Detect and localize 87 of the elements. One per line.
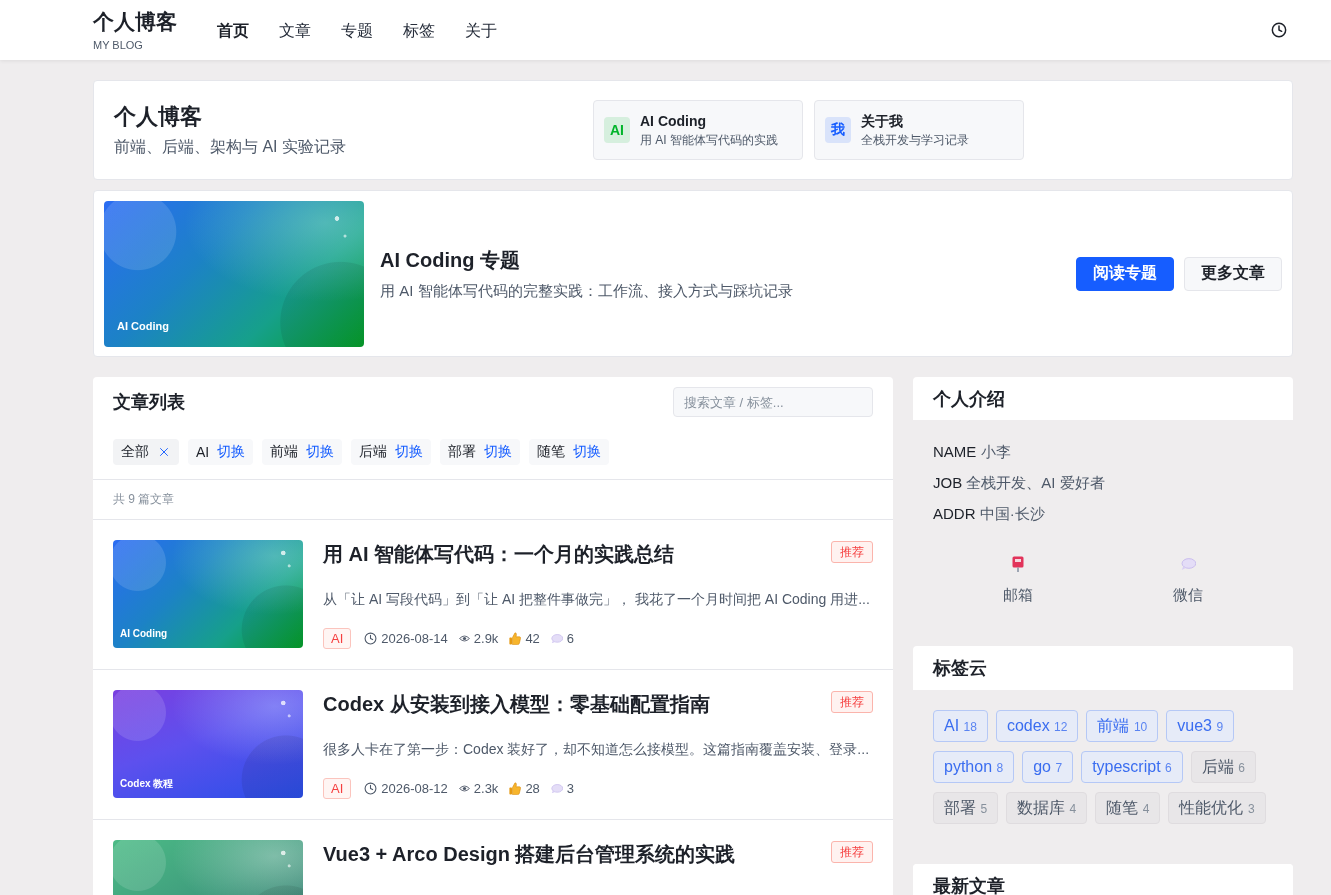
filter-label: 部署	[448, 443, 477, 461]
profile-field: ADDR 中国·长沙	[933, 498, 1045, 529]
filter-label: 随笔	[537, 443, 566, 461]
logo-subtitle: MY BLOG	[93, 37, 144, 52]
tag-chip[interactable]: vue3 9	[1166, 710, 1235, 742]
speech-bubble-icon	[550, 633, 563, 644]
link-description: 用 AI 智能体写代码的实践	[640, 132, 778, 149]
tag-chip[interactable]: 数据库 4	[1006, 792, 1088, 824]
tag-chip[interactable]: 随笔 4	[1095, 792, 1161, 824]
nav-item[interactable]: 标签	[403, 19, 435, 43]
publish-date: 2026-08-14	[381, 629, 448, 648]
eye-icon	[458, 785, 470, 792]
quick-link-card[interactable]: AI AI Coding 用 AI 智能体写代码的实践	[593, 100, 803, 160]
view-count: 2.9k	[473, 629, 499, 648]
filter-label: 前端	[270, 443, 299, 461]
tag-chip[interactable]: typescript 6	[1081, 751, 1183, 783]
publish-date: 2026-08-12	[381, 779, 448, 798]
cover-label: Codex 教程	[120, 777, 174, 790]
logo-title: 个人博客	[93, 8, 177, 35]
switch-link[interactable]: 切换	[306, 443, 335, 461]
intro-subtitle: 前端、后端、架构与 AI 实验记录	[114, 136, 347, 157]
article-title[interactable]: 用 AI 智能体写代码：一个月的实践总结	[323, 540, 675, 568]
quick-link-card[interactable]: 我 关于我 全栈开发与学习记录	[814, 100, 1024, 160]
tag-chip[interactable]: 部署 5	[933, 792, 999, 824]
more-button[interactable]: 更多文章	[1184, 256, 1282, 291]
link-title: AI Coding	[640, 112, 708, 131]
like-count: 42	[525, 629, 540, 648]
comment-count: 3	[566, 779, 575, 798]
view-count: 2.3k	[473, 779, 499, 798]
article-excerpt: 从「让 AI 写段代码」到「让 AI 把整件事做完」， 我花了一个月时间把 AI Coding 用进...	[323, 590, 871, 609]
nav-item[interactable]: 关于	[465, 19, 497, 43]
profile-field: JOB 全栈开发、AI 爱好者	[933, 467, 1105, 498]
contact-link[interactable]: 邮箱	[1003, 584, 1033, 606]
read-button[interactable]: 阅读专题	[1076, 256, 1174, 291]
link-title: 关于我	[861, 112, 904, 131]
like-count: 28	[525, 779, 540, 798]
link-badge: 我	[825, 117, 851, 143]
intro-title: 个人博客	[114, 102, 203, 131]
switch-link[interactable]: 切换	[573, 443, 602, 461]
card-title: 标签云	[933, 657, 987, 680]
article-title[interactable]: Vue3 + Arco Design 搭建后台管理系统的实践	[323, 840, 736, 868]
eye-icon	[458, 635, 470, 642]
featured-title: AI Coding 专题	[380, 247, 521, 273]
article-title[interactable]: Codex 从安装到接入模型：零基础配置指南	[323, 690, 710, 718]
postbox-icon	[1012, 556, 1024, 572]
switch-link[interactable]: 切换	[395, 443, 424, 461]
category-tag[interactable]: AI	[323, 778, 352, 799]
article-excerpt: 很多人卡在了第一步：Codex 装好了，却不知道怎么接模型。这篇指南覆盖安装、登录...	[323, 740, 871, 759]
speech-bubble-icon	[550, 783, 563, 794]
card-title: 个人介绍	[933, 387, 1005, 411]
clock-icon	[364, 632, 378, 645]
link-description: 全栈开发与学习记录	[861, 132, 969, 149]
thumbs-up-icon	[509, 782, 522, 795]
tag-chip[interactable]: python 8	[933, 751, 1015, 783]
tag-chip[interactable]: 后端 6	[1190, 751, 1256, 783]
featured-description: 用 AI 智能体写代码的完整实践：工作流、接入方式与踩坑记录	[380, 280, 794, 301]
clock-icon	[364, 782, 378, 795]
switch-link[interactable]: 切换	[217, 443, 246, 461]
tag-chip[interactable]: 性能优化 3	[1168, 792, 1266, 824]
tag-chip[interactable]: go 7	[1022, 751, 1074, 783]
search-field[interactable]: 搜索文章 / 标签...	[673, 387, 873, 417]
list-title: 文章列表	[113, 391, 185, 414]
close-icon[interactable]	[157, 445, 171, 459]
cover-label: AI Coding	[117, 319, 169, 333]
card-title: 最新文章	[933, 875, 1005, 895]
filter-label: 全部	[121, 443, 149, 461]
comment-count: 6	[566, 629, 575, 648]
recommend-badge: 推荐	[831, 691, 873, 713]
filter-label: AI	[196, 444, 210, 460]
tag-chip[interactable]: codex 12	[995, 710, 1079, 742]
profile-field: NAME 小李	[933, 436, 1011, 467]
nav-item[interactable]: 文章	[279, 19, 311, 43]
filter-label: 后端	[359, 443, 388, 461]
speech-bubble-icon	[1180, 557, 1196, 571]
thumbs-up-icon	[509, 632, 522, 645]
cover-label: AI Coding	[120, 627, 168, 640]
nav-item[interactable]: 专题	[341, 19, 373, 43]
contact-link[interactable]: 微信	[1173, 584, 1203, 606]
tag-chip[interactable]: AI 18	[933, 710, 988, 742]
nav-item[interactable]: 首页	[217, 19, 249, 43]
link-badge: AI	[604, 117, 630, 143]
article-count: 共 9 篇文章	[113, 491, 175, 508]
tag-chip[interactable]: 前端 10	[1086, 710, 1159, 742]
recommend-badge: 推荐	[831, 841, 873, 863]
switch-link[interactable]: 切换	[484, 443, 513, 461]
recommend-badge: 推荐	[831, 541, 873, 563]
category-tag[interactable]: AI	[323, 628, 352, 649]
